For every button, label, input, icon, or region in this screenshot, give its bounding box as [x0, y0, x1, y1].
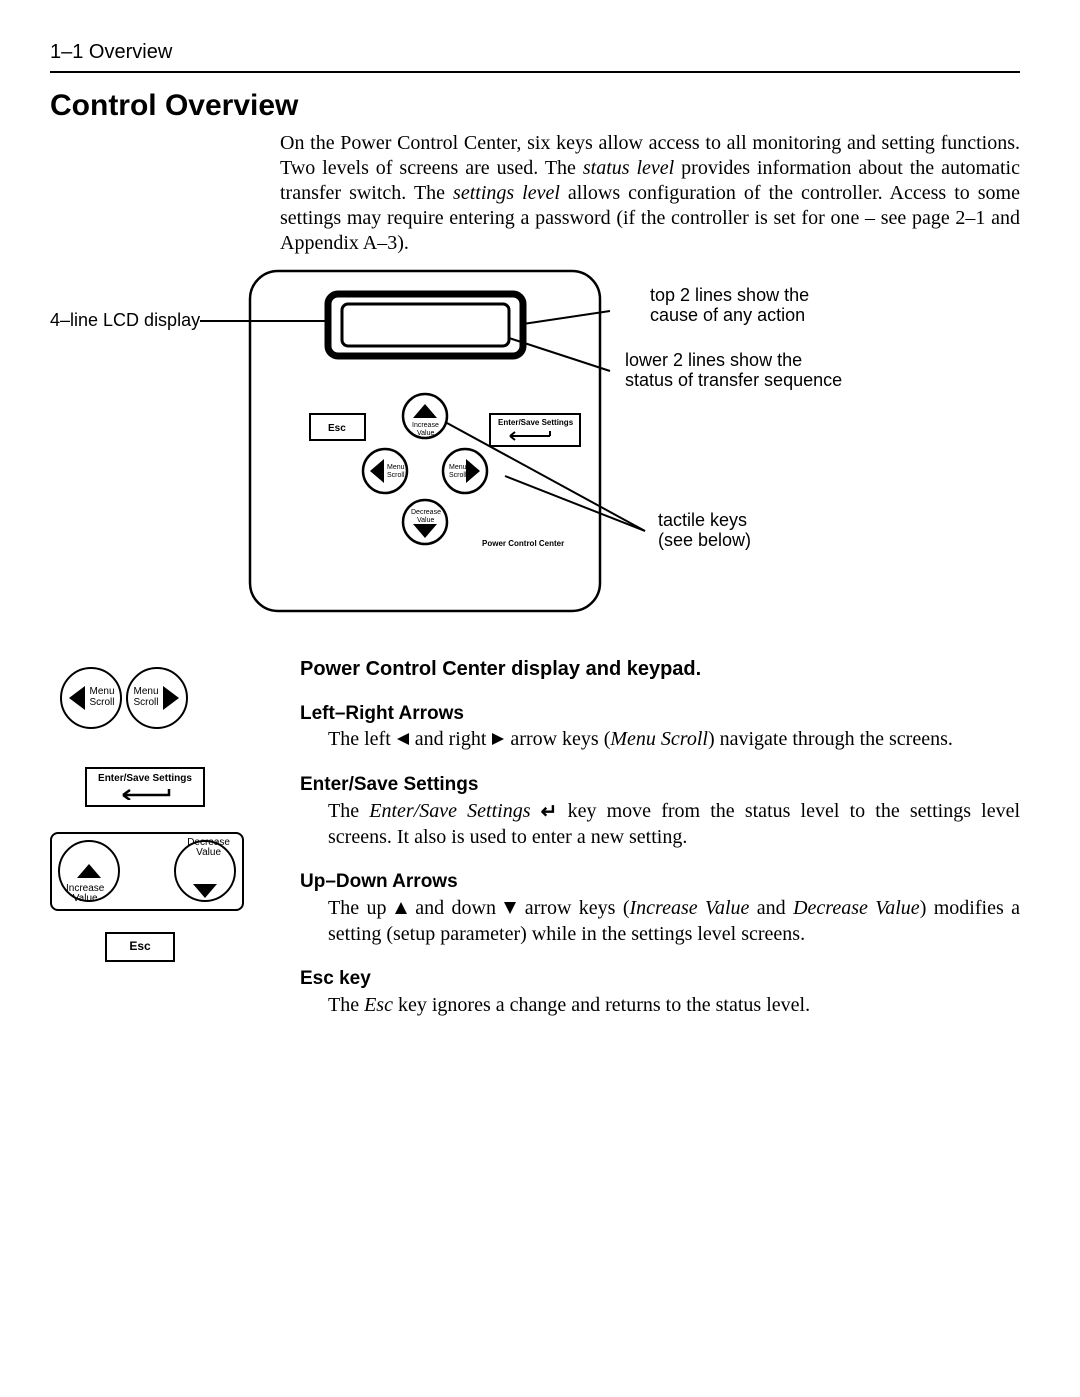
esc-key-heading: Esc key — [300, 967, 1020, 991]
svg-text:Value: Value — [417, 517, 434, 524]
left-triangle-icon — [396, 728, 410, 753]
svg-text:Scroll: Scroll — [449, 472, 467, 479]
tactile-a: tactile keys — [658, 510, 747, 530]
svg-text:Menu: Menu — [449, 464, 467, 471]
svg-text:Value: Value — [417, 430, 434, 437]
svg-text:Esc: Esc — [328, 423, 346, 434]
figure-caption: Power Control Center display and keypad. — [300, 657, 1020, 682]
svg-text:Increase: Increase — [412, 422, 439, 429]
menu-scroll-keys-illustration: Menu Scroll Menu Scroll — [60, 667, 188, 729]
breadcrumb: 1–1 Overview — [50, 41, 172, 63]
up-down-arrows-heading: Up–Down Arrows — [300, 870, 1020, 894]
increase-decrease-keys-illustration: Increase Value Decrease Value — [50, 832, 250, 912]
intro-paragraph: On the Power Control Center, six keys al… — [280, 131, 1020, 256]
tactile-b: (see below) — [658, 530, 751, 550]
right-triangle-icon — [491, 728, 505, 753]
left-right-arrows-text: The left and right arrow keys (Menu Scro… — [328, 727, 1020, 753]
page-header: 1–1 Overview — [50, 40, 1020, 73]
enter-glyph-icon: ↵ — [541, 800, 558, 825]
svg-text:Scroll: Scroll — [387, 472, 405, 479]
svg-text:Decrease: Decrease — [411, 509, 441, 516]
down-triangle-icon — [503, 897, 517, 922]
up-triangle-icon — [394, 897, 408, 922]
right-arrow-key-icon: Menu Scroll — [126, 667, 188, 729]
enter-save-text: The Enter/Save Settings ↵ key move from … — [328, 799, 1020, 850]
top-note-b: cause of any action — [650, 305, 805, 325]
control-panel-diagram: 4–line LCD display top 2 lines show the … — [50, 266, 1020, 633]
enter-save-key-icon: Enter/Save Settings — [85, 767, 205, 807]
top-note-a: top 2 lines show the — [650, 285, 809, 305]
up-down-arrows-text: The up and down arrow keys (Increase Val… — [328, 896, 1020, 947]
left-arrow-key-icon: Menu Scroll — [60, 667, 122, 729]
esc-key-icon: Esc — [105, 932, 175, 962]
enter-save-heading: Enter/Save Settings — [300, 773, 1020, 797]
page-title: Control Overview — [50, 87, 1020, 125]
esc-key-text: The Esc key ignores a change and returns… — [328, 993, 1020, 1018]
svg-text:Menu: Menu — [387, 464, 405, 471]
lcd-label: 4–line LCD display — [50, 310, 200, 330]
svg-text:Enter/Save Settings: Enter/Save Settings — [498, 418, 574, 427]
svg-text:Power Control Center: Power Control Center — [482, 539, 564, 548]
bot-note-b: status of transfer sequence — [625, 370, 842, 390]
bot-note-a: lower 2 lines show the — [625, 350, 802, 370]
left-right-arrows-heading: Left–Right Arrows — [300, 702, 1020, 726]
